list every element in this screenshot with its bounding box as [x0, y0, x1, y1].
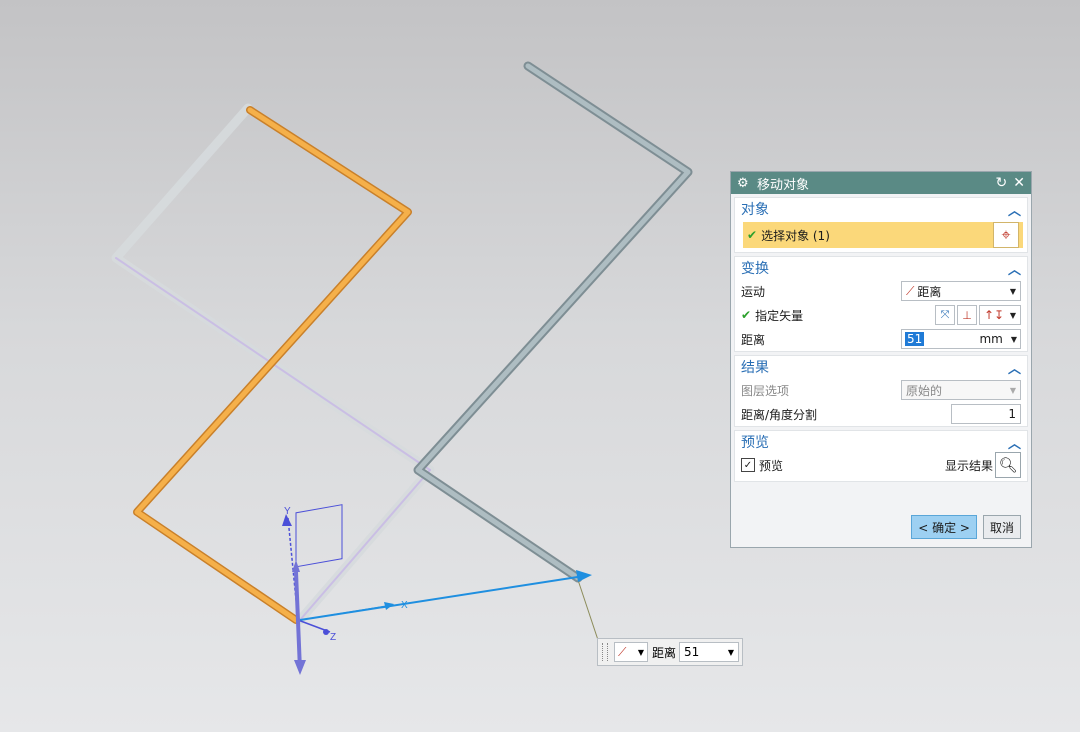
z-axis-label: Z — [330, 632, 336, 643]
dialog-titlebar[interactable]: ⚙ 移动对象 ↻ ✕ — [731, 172, 1031, 194]
object-section-title: 对象 — [741, 202, 769, 218]
floating-distance-value: 51 — [684, 645, 700, 659]
result-section-header[interactable]: 结果 ︿ — [735, 356, 1027, 378]
inferred-vector-icon[interactable]: ⤧ — [935, 305, 955, 325]
distance-field[interactable]: 51 mm ▼ — [901, 329, 1021, 349]
chevron-up-icon[interactable]: ︿ — [1008, 259, 1021, 278]
drag-grip-icon[interactable] — [602, 643, 608, 661]
x-vector-arrowhead — [576, 570, 592, 582]
object-section: 对象 ︿ ✔ 选择对象 (1) ⌖ — [734, 197, 1028, 253]
preview-row: ✓ 预览 显示结果 🔍︎ — [735, 452, 1027, 478]
distance-motion-icon: ⟋ — [906, 283, 915, 298]
dialog-footer: < 确定 > 取消 — [911, 515, 1021, 539]
transform-section: 变换 ︿ 运动 ⟋ 距离 ▼ ✔ 指定矢量 ⤧ ⊥ ↑↧ ▼ 距离 51 mm … — [734, 256, 1028, 352]
motion-value: 距离 — [917, 284, 942, 299]
y-axis-label: Y — [284, 506, 291, 517]
close-icon[interactable]: ✕ — [1013, 175, 1025, 191]
cancel-button[interactable]: 取消 — [982, 515, 1021, 539]
move-object-dialog: ⚙ 移动对象 ↻ ✕ 对象 ︿ ✔ 选择对象 (1) ⌖ 变换 ︿ 运动 ⟋ 距… — [730, 171, 1032, 548]
crosshair-icon[interactable]: ⌖ — [993, 222, 1019, 248]
split-input[interactable]: 1 — [951, 404, 1021, 424]
result-section: 结果 ︿ 图层选项 原始的 ▼ 距离/角度分割 1 — [734, 355, 1028, 427]
vector-dialog-icon[interactable]: ⊥ — [957, 305, 977, 325]
dropdown-arrow-icon: ▼ — [727, 647, 735, 657]
distance-row: 距离 51 mm ▼ — [735, 327, 1027, 351]
chevron-up-icon[interactable]: ︿ — [1008, 200, 1021, 219]
transform-section-title: 变换 — [741, 261, 769, 277]
ok-button[interactable]: < 确定 > — [911, 515, 977, 539]
gray-pipe — [413, 61, 693, 583]
chevron-up-icon[interactable]: ︿ — [1008, 433, 1021, 452]
distance-unit: mm — [979, 332, 1003, 346]
distance-label: 距离 — [741, 332, 766, 347]
split-label: 距离/角度分割 — [741, 407, 818, 422]
dropdown-arrow-icon: ▼ — [1009, 286, 1016, 296]
dropdown-arrow-icon: ▼ — [1009, 385, 1016, 395]
object-section-header[interactable]: 对象 ︿ — [735, 198, 1027, 220]
floating-distance-handle: ⟋ ▼ 距离 51 ▼ — [597, 638, 743, 666]
layer-label: 图层选项 — [741, 383, 790, 398]
vector-row: ✔ 指定矢量 ⤧ ⊥ ↑↧ ▼ — [735, 303, 1027, 327]
motion-label: 运动 — [741, 284, 766, 299]
vector-label: 指定矢量 — [755, 308, 804, 323]
layer-row: 图层选项 原始的 ▼ — [735, 378, 1027, 402]
preview-section-title: 预览 — [741, 435, 769, 451]
preview-section-header[interactable]: 预览 ︿ — [735, 431, 1027, 453]
floating-motion-dropdown[interactable]: ⟋ ▼ — [614, 642, 648, 662]
motion-row: 运动 ⟋ 距离 ▼ — [735, 279, 1027, 303]
reset-icon[interactable]: ↻ — [996, 175, 1008, 191]
select-object-label: 选择对象 (1) — [761, 228, 830, 243]
gear-icon[interactable]: ⚙ — [737, 176, 751, 191]
x-axis-label: X — [401, 600, 408, 611]
check-icon: ✔ — [747, 228, 758, 242]
dialog-title: 移动对象 — [757, 177, 810, 193]
preview-checkbox-label: 预览 — [759, 458, 784, 473]
result-section-title: 结果 — [741, 360, 769, 376]
layer-value: 原始的 — [906, 383, 943, 398]
preview-section: 预览 ︿ ✓ 预览 显示结果 🔍︎ — [734, 430, 1028, 482]
check-icon: ✔ — [741, 308, 752, 322]
chevron-up-icon[interactable]: ︿ — [1008, 358, 1021, 377]
reverse-direction-icon: ↑↧ — [984, 308, 1005, 322]
floating-distance-input[interactable]: 51 ▼ — [679, 642, 740, 662]
split-row: 距离/角度分割 1 — [735, 402, 1027, 426]
dropdown-arrow-icon: ▼ — [1010, 334, 1017, 344]
leader-line — [577, 579, 599, 641]
dropdown-arrow-icon: ▼ — [1009, 310, 1016, 320]
show-result-label: 显示结果 — [944, 458, 993, 473]
floating-distance-label: 距离 — [652, 645, 677, 660]
vector-type-dropdown[interactable]: ↑↧ ▼ — [979, 305, 1021, 325]
layer-dropdown: 原始的 ▼ — [901, 380, 1021, 400]
magnifier-icon[interactable]: 🔍︎ — [995, 452, 1021, 478]
distance-value[interactable]: 51 — [905, 332, 925, 346]
select-object-row[interactable]: ✔ 选择对象 (1) ⌖ — [743, 222, 1023, 248]
distance-motion-icon: ⟋ — [618, 644, 627, 659]
motion-dropdown[interactable]: ⟋ 距离 ▼ — [901, 281, 1021, 301]
preview-checkbox[interactable]: ✓ — [741, 458, 755, 472]
transform-section-header[interactable]: 变换 ︿ — [735, 257, 1027, 279]
dropdown-arrow-icon: ▼ — [637, 647, 644, 657]
